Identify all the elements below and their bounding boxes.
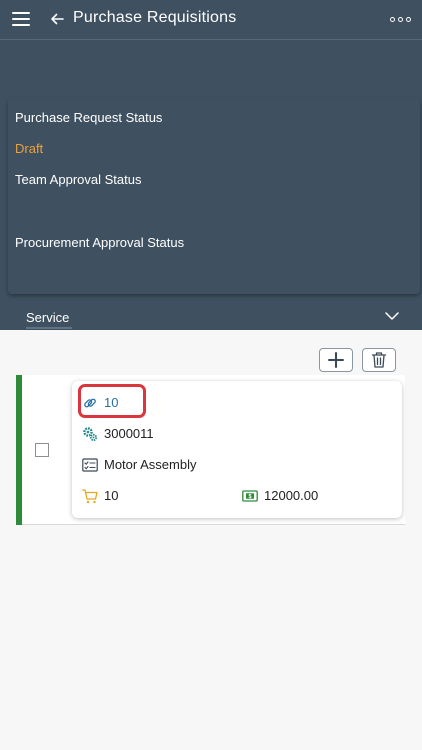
trash-icon bbox=[371, 352, 387, 368]
item-quantity: 10 bbox=[104, 488, 119, 503]
gears-icon bbox=[83, 427, 98, 442]
add-icon bbox=[328, 352, 344, 368]
add-button[interactable] bbox=[319, 348, 353, 372]
material-row: 3000011 bbox=[82, 424, 282, 444]
money-icon: $ bbox=[242, 490, 258, 502]
svg-text:$: $ bbox=[248, 494, 251, 500]
highlight-annotation bbox=[78, 384, 146, 418]
tab-underline bbox=[26, 327, 72, 329]
purchase-request-status-value: Draft bbox=[15, 141, 44, 156]
page-title: Purchase Requisitions bbox=[73, 9, 237, 26]
status-panel: Purchase Request Status Draft Team Appro… bbox=[8, 98, 420, 294]
material-number: 3000011 bbox=[104, 426, 154, 441]
back-arrow-icon[interactable] bbox=[48, 10, 66, 28]
more-icon[interactable] bbox=[390, 16, 412, 24]
item-description: Motor Assembly bbox=[104, 457, 197, 472]
chevron-down-icon[interactable] bbox=[385, 311, 399, 321]
checklist-icon bbox=[82, 458, 98, 472]
purchase-request-status-label: Purchase Request Status bbox=[15, 110, 163, 125]
header: Purchase Requisitions Purchase Request S… bbox=[0, 0, 422, 330]
procurement-approval-status-label: Procurement Approval Status bbox=[15, 235, 185, 250]
amount-row: $ 12000.00 bbox=[242, 486, 392, 506]
tab-service[interactable]: Service bbox=[26, 310, 69, 325]
status-indicator bbox=[16, 375, 22, 525]
delete-button[interactable] bbox=[362, 348, 396, 372]
team-approval-status-label: Team Approval Status bbox=[15, 172, 142, 187]
quantity-row: 10 bbox=[82, 486, 202, 506]
description-row: Motor Assembly bbox=[82, 455, 332, 475]
cart-icon bbox=[82, 489, 98, 504]
select-checkbox[interactable] bbox=[35, 443, 49, 457]
menu-icon[interactable] bbox=[12, 12, 30, 26]
item-amount: 12000.00 bbox=[264, 488, 319, 503]
top-bar: Purchase Requisitions bbox=[0, 0, 422, 40]
